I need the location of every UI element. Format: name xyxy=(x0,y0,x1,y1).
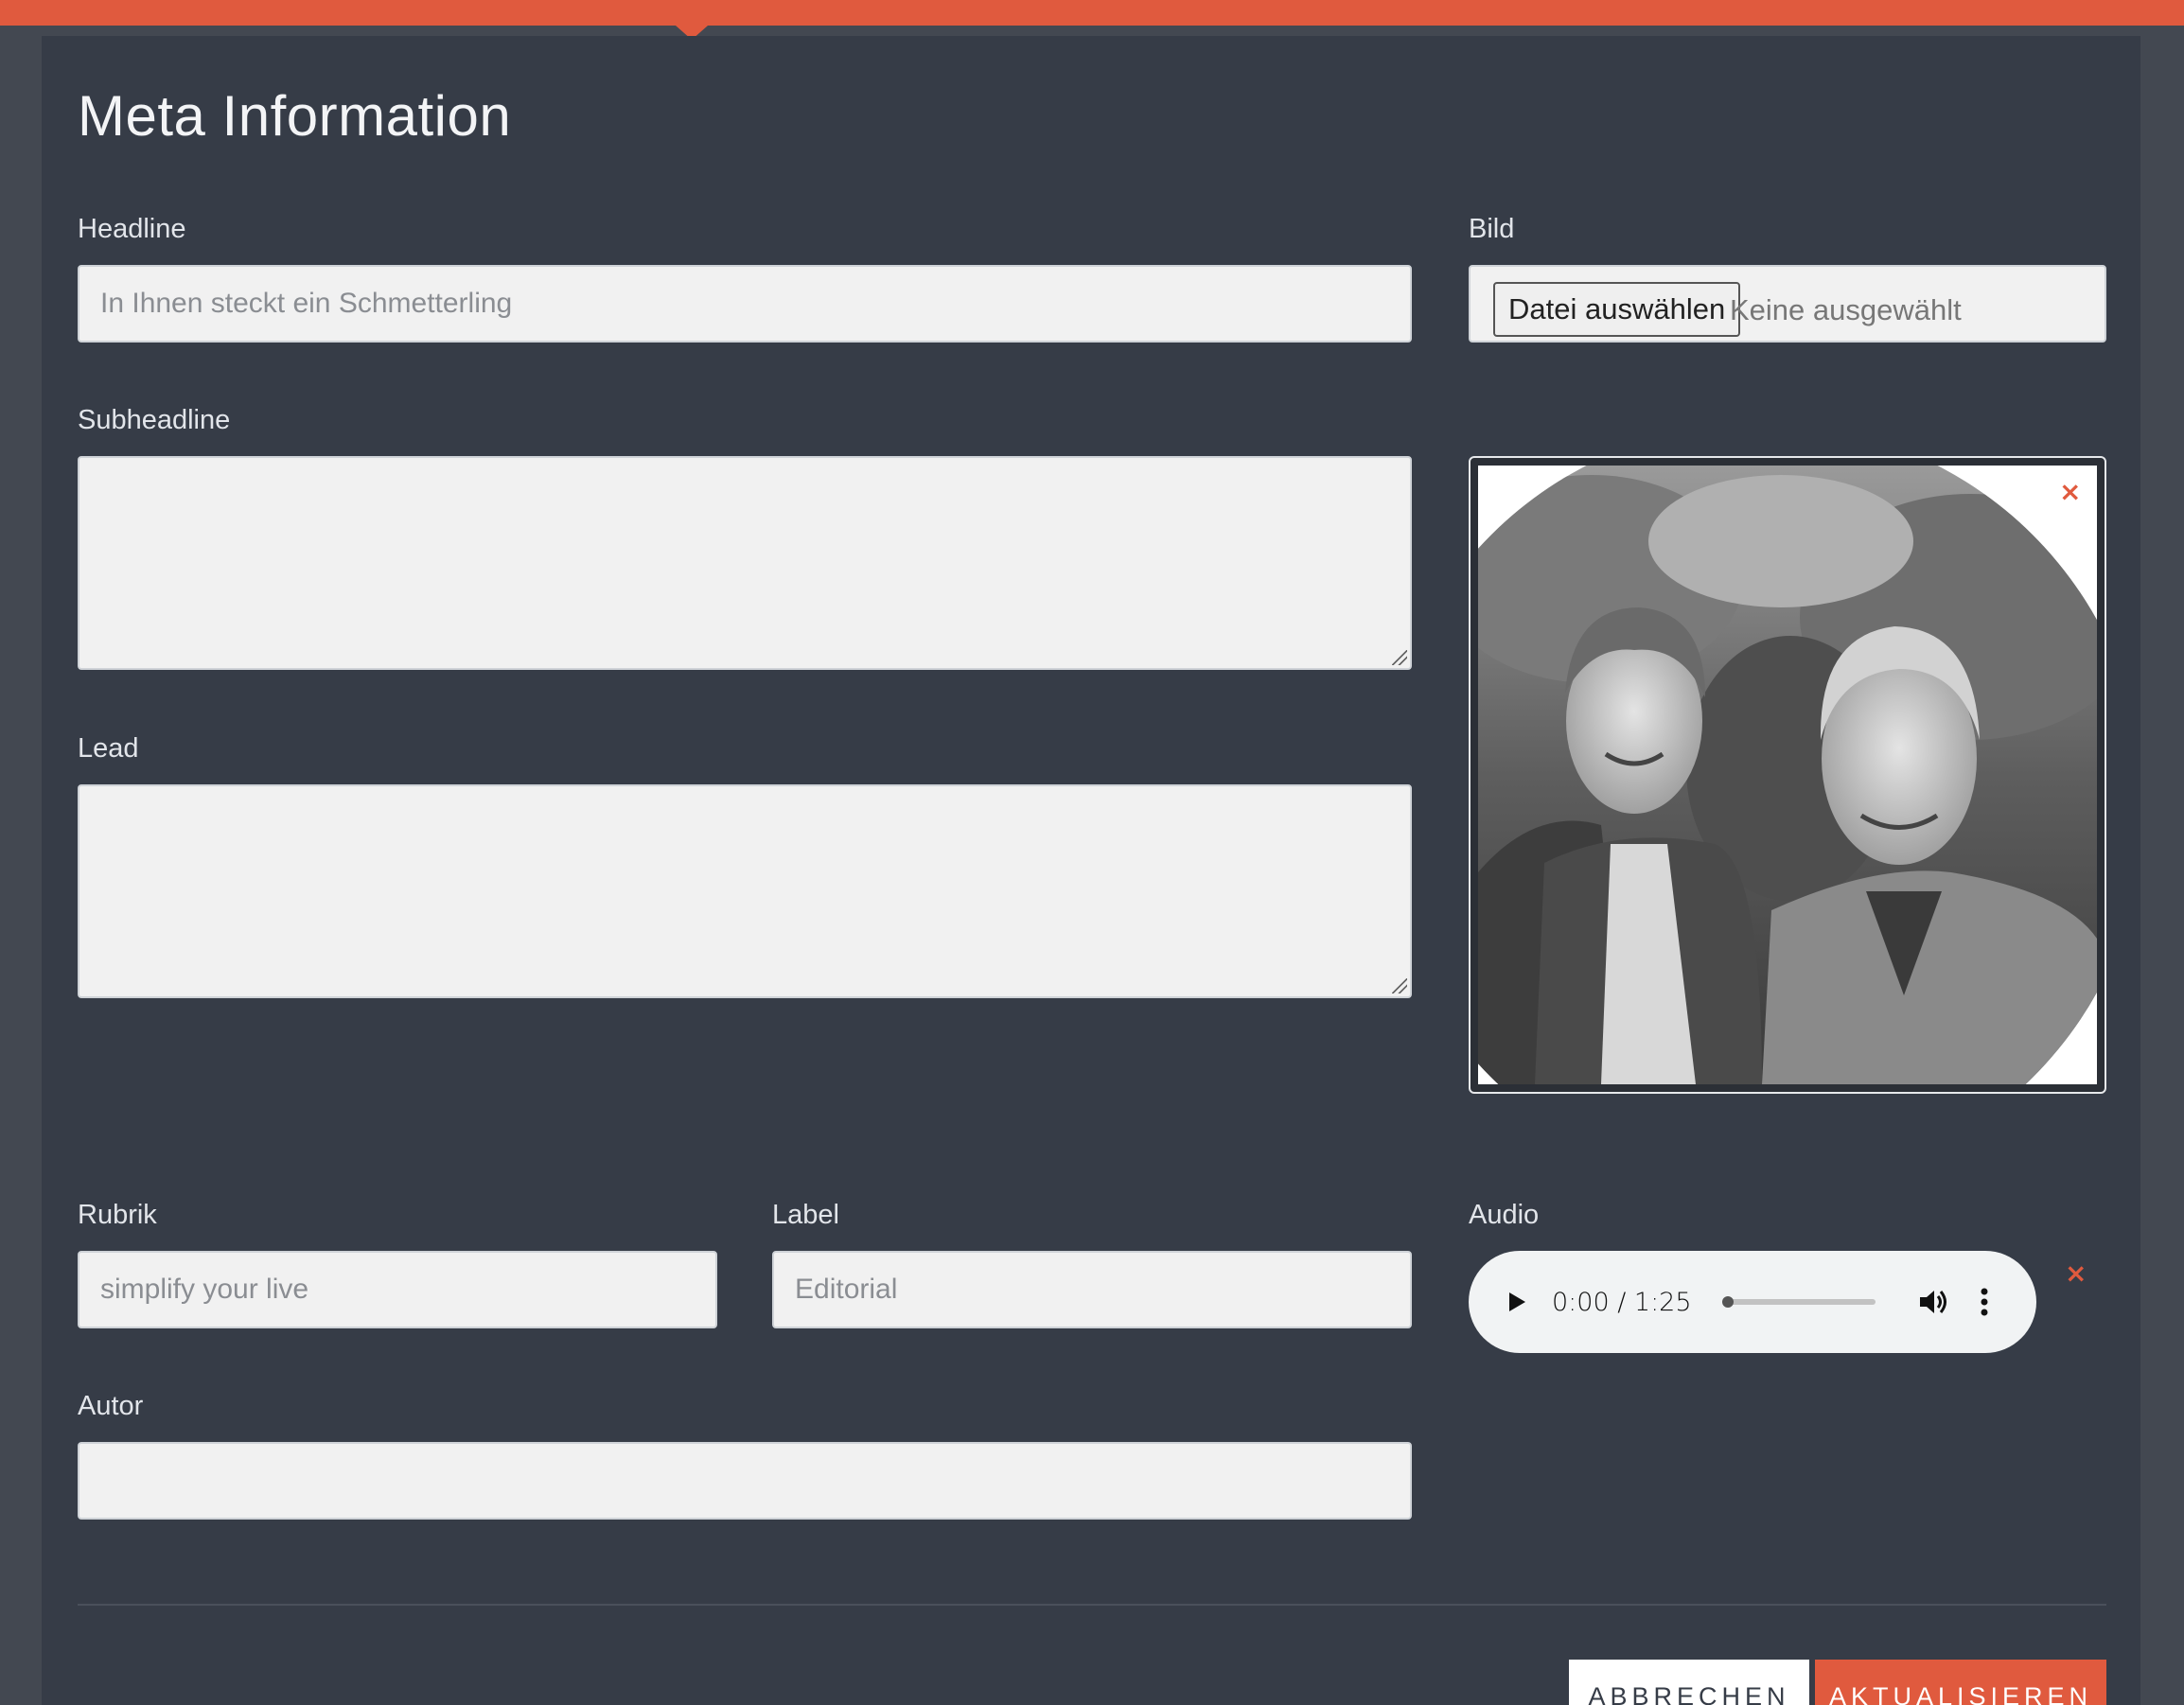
rubrik-input[interactable]: simplify your live xyxy=(78,1251,717,1328)
image-preview xyxy=(1469,456,2106,1094)
remove-audio-icon[interactable]: × xyxy=(2065,1260,2087,1287)
more-options-icon[interactable] xyxy=(1978,1286,1991,1318)
resize-grip-icon[interactable] xyxy=(1392,978,1407,993)
page-title: Meta Information xyxy=(78,84,512,148)
update-button[interactable]: AKTUALISIEREN xyxy=(1815,1660,2106,1705)
lead-label: Lead xyxy=(78,733,139,764)
subheadline-textarea[interactable] xyxy=(78,456,1412,670)
autor-label: Autor xyxy=(78,1391,144,1421)
headline-label: Headline xyxy=(78,214,186,244)
audio-player[interactable]: 0:00 / 1:25 xyxy=(1469,1251,2036,1353)
audio-label: Audio xyxy=(1469,1200,1540,1230)
top-accent-bar xyxy=(0,0,2184,26)
choose-file-button[interactable]: Datei auswählen xyxy=(1493,282,1741,337)
autor-input[interactable] xyxy=(78,1442,1412,1520)
image-preview-photo xyxy=(1478,466,2097,1084)
rubrik-label: Rubrik xyxy=(78,1200,157,1230)
audio-time: 0:00 / 1:25 xyxy=(1552,1287,1692,1317)
cancel-button[interactable]: ABBRECHEN xyxy=(1569,1660,1809,1705)
label-input[interactable]: Editorial xyxy=(772,1251,1412,1328)
resize-grip-icon[interactable] xyxy=(1392,650,1407,665)
bild-file-input[interactable]: Datei auswählen Keine ausgewählt xyxy=(1469,265,2106,343)
remove-image-icon[interactable]: × xyxy=(2059,479,2081,505)
play-icon[interactable] xyxy=(1501,1287,1531,1317)
portrait-photo xyxy=(1478,466,2097,1084)
file-status-text: Keine ausgewählt xyxy=(1730,293,1962,326)
form-divider xyxy=(78,1604,2106,1606)
audio-progress-track[interactable] xyxy=(1721,1296,1876,1308)
label-field-label: Label xyxy=(772,1200,839,1230)
audio-progress-handle[interactable] xyxy=(1721,1296,1734,1308)
subheadline-label: Subheadline xyxy=(78,405,231,435)
volume-icon[interactable] xyxy=(1915,1284,1951,1320)
lead-textarea[interactable] xyxy=(78,784,1412,998)
headline-input[interactable]: In Ihnen steckt ein Schmetterling xyxy=(78,265,1412,343)
bild-label: Bild xyxy=(1469,214,1515,244)
